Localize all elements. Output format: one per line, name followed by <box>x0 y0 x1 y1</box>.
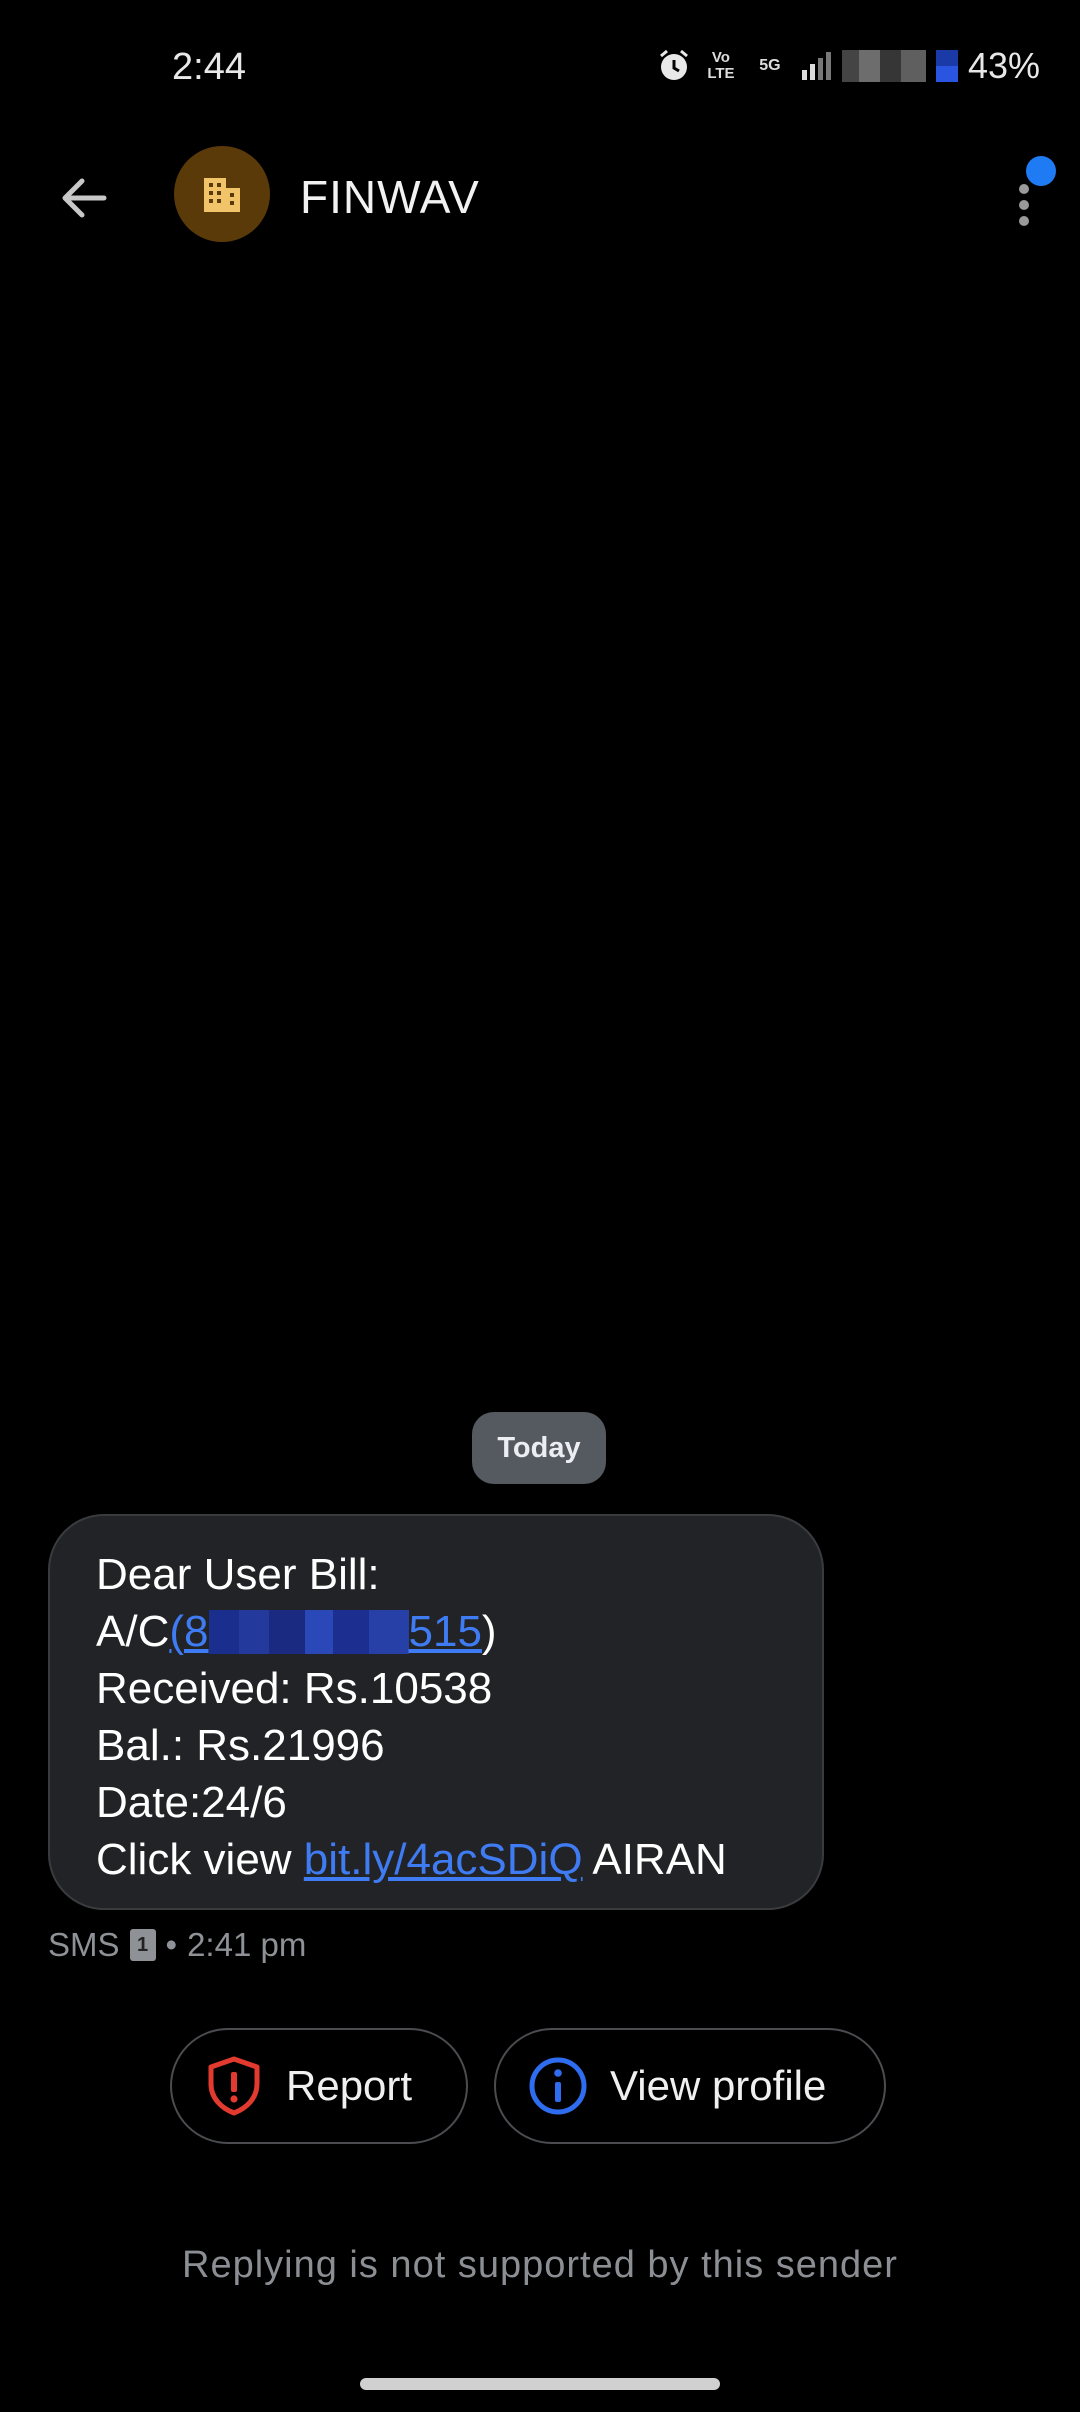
message-line: Dear User Bill: <box>96 1550 380 1599</box>
battery-icon <box>935 50 958 82</box>
status-icons: Vo LTE 5G 43% <box>656 44 1040 88</box>
shield-alert-icon <box>202 2054 266 2118</box>
notification-badge <box>1026 156 1056 186</box>
url-link[interactable]: bit.ly/4acSDiQ <box>304 1835 583 1884</box>
status-bar: 2:44 Vo LTE 5G 43% <box>0 0 1080 130</box>
report-button[interactable]: Report <box>170 2028 468 2144</box>
link-paren-close: ) <box>481 1607 497 1656</box>
building-icon <box>204 178 240 212</box>
link-paren: ( <box>169 1607 185 1656</box>
message-bubble[interactable]: Dear User Bill: A/C(8 515) Received: Rs.1… <box>48 1514 824 1910</box>
view-profile-label: View profile <box>610 2062 827 2109</box>
message-body: Dear User Bill: A/C(8 515) Received: Rs.1… <box>96 1546 727 1888</box>
message-line: AIRAN <box>582 1835 727 1884</box>
report-label: Report <box>286 2062 413 2109</box>
reply-not-supported-note: Replying is not supported by this sender <box>182 2244 898 2286</box>
signal-icon <box>800 50 832 82</box>
network-5g-indicator: 5G <box>759 57 781 74</box>
info-icon <box>526 2054 590 2118</box>
message-line: Date:24/6 <box>96 1778 287 1827</box>
message-line: Bal.: Rs.21996 <box>96 1721 385 1770</box>
contact-name[interactable]: FINWAV <box>300 170 480 224</box>
back-button[interactable] <box>52 166 116 230</box>
account-number-link[interactable]: (8 515 <box>169 1607 482 1656</box>
volte-indicator: Vo LTE <box>707 49 735 82</box>
account-link-end: 515 <box>408 1607 482 1656</box>
account-link-start: 8 <box>184 1607 209 1656</box>
sim-card-icon: 1 <box>129 1929 156 1961</box>
more-vert-dot <box>1019 216 1029 226</box>
status-time: 2:44 <box>172 46 246 88</box>
meta-separator: • <box>165 1926 178 1963</box>
date-divider-chip: Today <box>472 1412 606 1484</box>
message-line: A/C <box>96 1607 170 1656</box>
more-vert-icon <box>1019 184 1029 194</box>
view-profile-button[interactable]: View profile <box>494 2028 886 2144</box>
more-options-button[interactable] <box>990 154 1060 234</box>
alarm-icon <box>656 48 692 84</box>
avatar[interactable] <box>174 146 270 242</box>
redacted-status-area <box>841 50 926 82</box>
message-line: Click view <box>96 1835 304 1884</box>
app-bar: FINWAV <box>0 140 1080 250</box>
message-line: Received: Rs.10538 <box>96 1664 493 1713</box>
redacted-account-number <box>208 1610 409 1654</box>
arrow-back-icon <box>62 178 107 218</box>
message-meta: SMS 1 • 2:41 pm <box>48 1926 306 1964</box>
message-channel: SMS <box>48 1926 120 1963</box>
home-indicator[interactable] <box>360 2378 720 2390</box>
more-vert-dot <box>1019 200 1029 210</box>
message-time: 2:41 pm <box>187 1926 307 1963</box>
battery-percent: 43% <box>967 45 1040 86</box>
